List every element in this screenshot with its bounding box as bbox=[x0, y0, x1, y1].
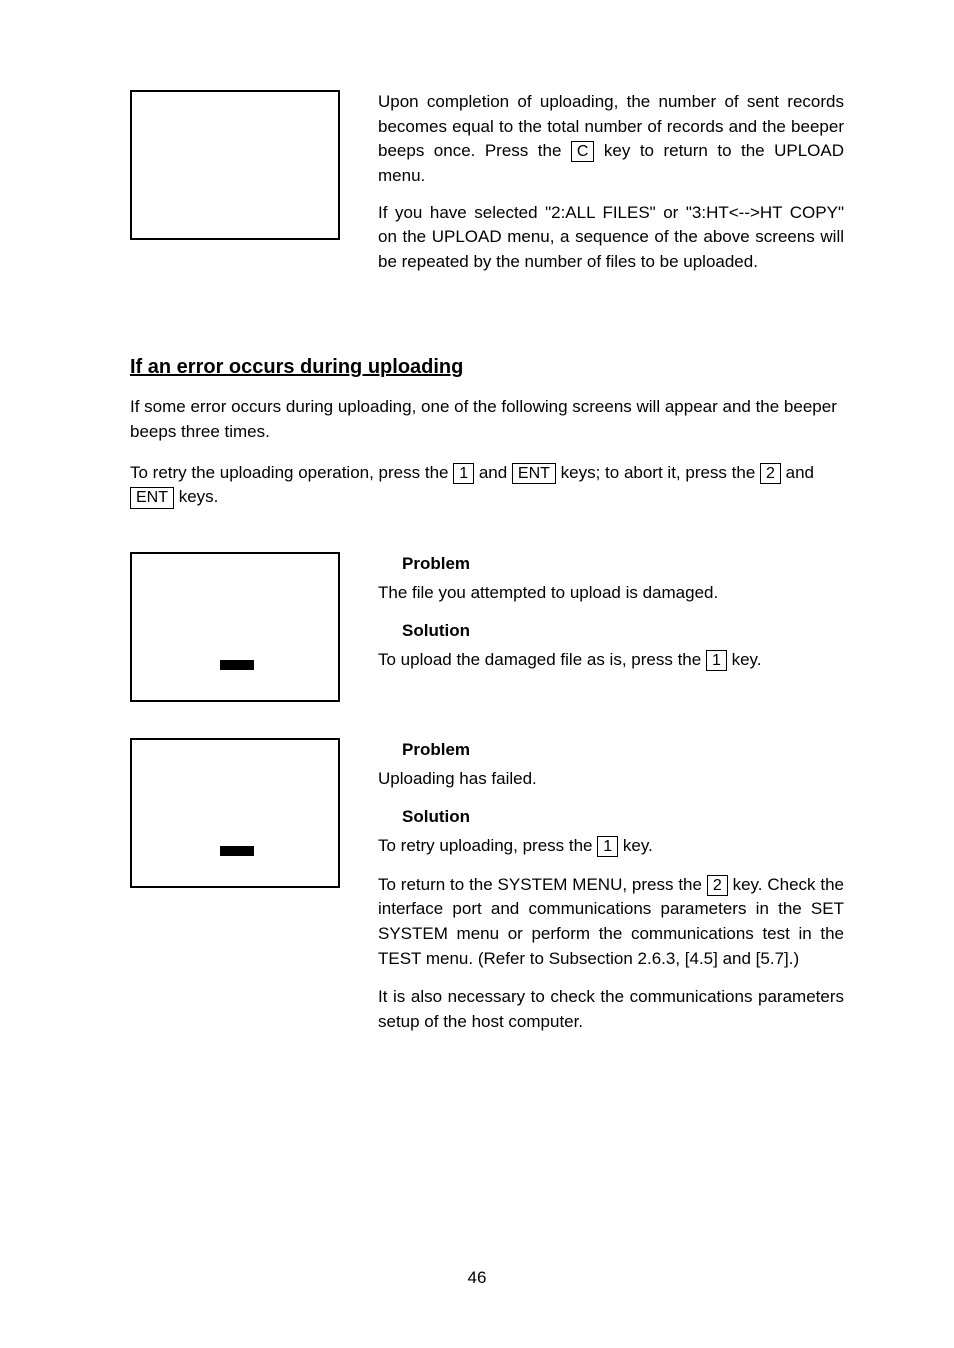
page-number: 46 bbox=[0, 1268, 954, 1288]
problem-text-1: The file you attempted to upload is dama… bbox=[378, 581, 844, 606]
upload-complete-text: Upon completion of uploading, the number… bbox=[378, 90, 844, 286]
key-2-a: 2 bbox=[760, 463, 781, 484]
solution-heading-1: Solution bbox=[402, 619, 844, 644]
screen-error-damaged bbox=[130, 552, 340, 702]
sol2-l1-before: To retry uploading, press the bbox=[378, 836, 597, 855]
intro2-b: and bbox=[474, 463, 512, 482]
key-1-b: 1 bbox=[706, 650, 727, 671]
para2: If you have selected "2:ALL FILES" or "3… bbox=[378, 201, 844, 275]
cursor-rect bbox=[220, 660, 254, 670]
solution-line1: To retry uploading, press the 1 key. bbox=[378, 834, 844, 859]
solution-heading-2: Solution bbox=[402, 805, 844, 830]
intro2-c: keys; to abort it, press the bbox=[556, 463, 760, 482]
intro2-e: keys. bbox=[174, 487, 218, 506]
sol1-before: To upload the damaged file as is, press … bbox=[378, 650, 706, 669]
sol2-l1-after: key. bbox=[618, 836, 653, 855]
key-ent-b: ENT bbox=[130, 487, 174, 508]
intro-para-1: If some error occurs during uploading, o… bbox=[130, 395, 844, 444]
problem-heading-1: Problem bbox=[402, 552, 844, 577]
solution-line3: It is also necessary to check the commun… bbox=[378, 985, 844, 1034]
screen-error-failed bbox=[130, 738, 340, 888]
problem-text-2: Uploading has failed. bbox=[378, 767, 844, 792]
sol2-l2-before: To return to the SYSTEM MENU, press the bbox=[378, 875, 707, 894]
section-heading: If an error occurs during uploading bbox=[130, 356, 844, 379]
key-ent-a: ENT bbox=[512, 463, 556, 484]
problem-heading-2: Problem bbox=[402, 738, 844, 763]
screen-upload-complete bbox=[130, 90, 340, 240]
intro-para-2: To retry the uploading operation, press … bbox=[130, 461, 844, 510]
key-1-a: 1 bbox=[453, 463, 474, 484]
intro2-a: To retry the uploading operation, press … bbox=[130, 463, 453, 482]
solution-text-1: To upload the damaged file as is, press … bbox=[378, 648, 844, 673]
key-c: C bbox=[571, 141, 595, 162]
key-2-b: 2 bbox=[707, 875, 728, 896]
intro2-d: and bbox=[781, 463, 814, 482]
sol1-after: key. bbox=[727, 650, 762, 669]
solution-line2: To return to the SYSTEM MENU, press the … bbox=[378, 873, 844, 972]
key-1-c: 1 bbox=[597, 836, 618, 857]
cursor-rect-2 bbox=[220, 846, 254, 856]
